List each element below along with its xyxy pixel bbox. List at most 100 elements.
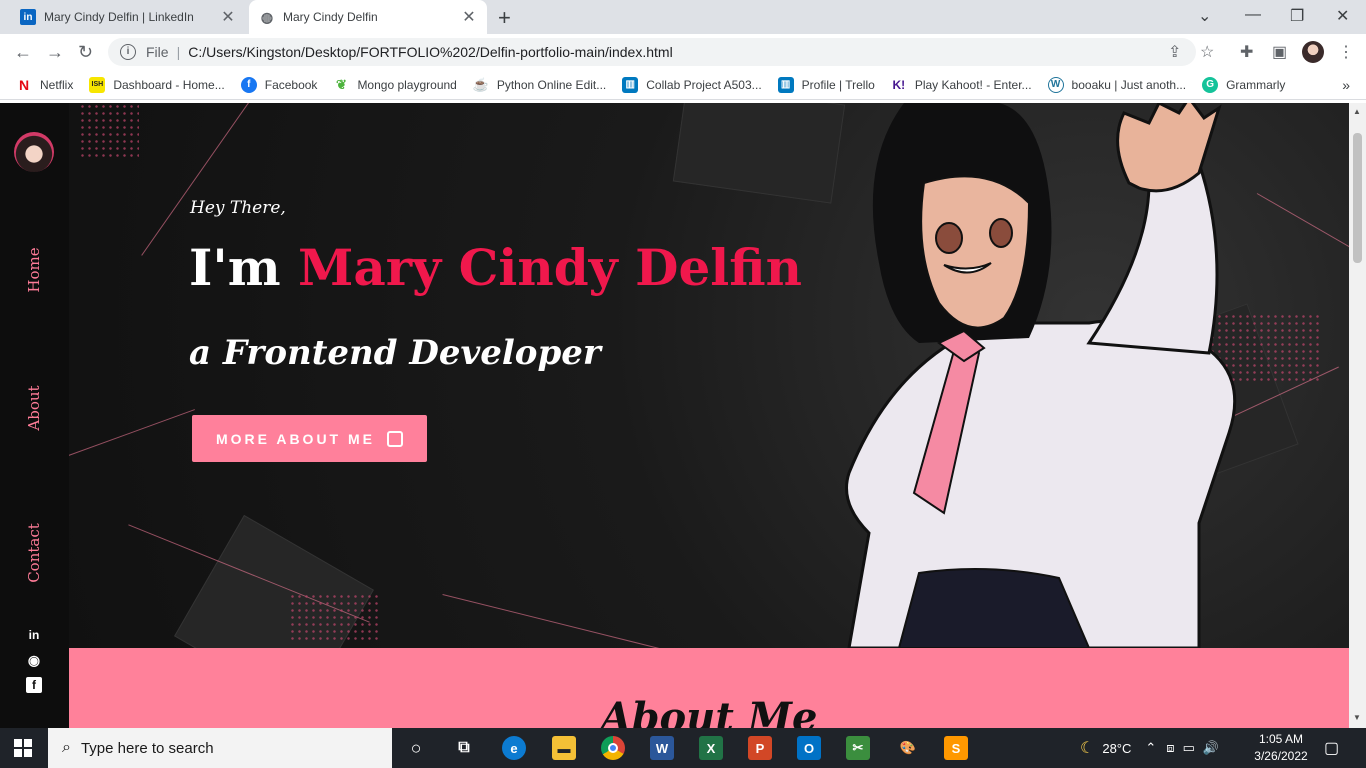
nav-about[interactable]: About bbox=[25, 368, 43, 448]
bookmark-python[interactable]: ☕ Python Online Edit... bbox=[472, 76, 607, 93]
side-panel-icon[interactable]: ▣ bbox=[1272, 42, 1287, 62]
paint-icon[interactable]: 🎨 bbox=[896, 736, 920, 760]
word-icon[interactable]: W bbox=[650, 736, 674, 760]
nav-home[interactable]: Home bbox=[25, 230, 43, 310]
bookmark-collab[interactable]: ▥ Collab Project A503... bbox=[622, 76, 762, 93]
info-icon[interactable]: i bbox=[120, 44, 136, 60]
bookmark-netflix[interactable]: N Netflix bbox=[16, 77, 73, 93]
sublime-text-icon[interactable]: S bbox=[944, 736, 968, 760]
profile-avatar[interactable] bbox=[1302, 41, 1324, 63]
star-icon[interactable]: ☆ bbox=[1200, 42, 1214, 62]
wordpress-icon: W bbox=[1047, 76, 1064, 93]
share-icon[interactable]: ⇪ bbox=[1168, 42, 1181, 62]
grammarly-icon: G bbox=[1202, 76, 1219, 93]
hero-section: Hey There, I'm Mary Cindy Delfin a Front… bbox=[69, 103, 1349, 648]
github-icon[interactable]: ◉ bbox=[26, 652, 42, 668]
snip-icon[interactable]: ✂ bbox=[846, 736, 870, 760]
python-icon: ☕ bbox=[472, 76, 489, 92]
powerpoint-icon[interactable]: P bbox=[748, 736, 772, 760]
cta-label: MORE ABOUT ME bbox=[215, 430, 376, 447]
netflix-icon: N bbox=[18, 76, 30, 93]
dashboard-icon: ISH bbox=[89, 76, 106, 93]
tab-title: Mary Cindy Delfin | LinkedIn bbox=[44, 10, 194, 24]
more-about-me-button[interactable]: MORE ABOUT ME bbox=[192, 415, 427, 462]
file-scheme-label: File bbox=[146, 44, 169, 60]
forward-icon[interactable]: → bbox=[46, 42, 64, 63]
cortana-icon[interactable]: ○ bbox=[404, 736, 428, 760]
profile-card-icon bbox=[387, 430, 404, 447]
url-text[interactable]: C:/Users/Kingston/Desktop/FORTFOLIO%202/… bbox=[188, 44, 672, 60]
browser-toolbar: ← → ↻ i File | C:/Users/Kingston/Desktop… bbox=[0, 34, 1366, 70]
bookmark-trello[interactable]: ▥ Profile | Trello bbox=[777, 76, 875, 93]
kahoot-icon: K! bbox=[892, 77, 906, 92]
avatar[interactable] bbox=[14, 132, 54, 172]
show-hidden-icons-icon[interactable]: ⌃ bbox=[1145, 740, 1156, 756]
about-title: About Me bbox=[600, 694, 818, 728]
scroll-up-icon[interactable]: ▲ bbox=[1353, 107, 1361, 116]
trello-icon: ▥ bbox=[777, 76, 794, 93]
hero-headline: I'm Mary Cindy Delfin bbox=[189, 238, 802, 297]
address-bar[interactable]: i File | C:/Users/Kingston/Desktop/FORTF… bbox=[108, 38, 1196, 66]
nav-contact[interactable]: Contact bbox=[25, 513, 43, 593]
tab-search-icon[interactable]: ⌄ bbox=[1198, 6, 1211, 26]
bookmark-label: Facebook bbox=[264, 77, 318, 92]
bookmark-kahoot[interactable]: K! Play Kahoot! - Enter... bbox=[891, 77, 1032, 93]
outlook-icon[interactable]: O bbox=[797, 736, 821, 760]
close-window-button[interactable]: ✕ bbox=[1336, 6, 1349, 26]
taskbar-search-box[interactable]: ⌕ Type here to search bbox=[48, 728, 392, 768]
bookmark-label: Collab Project A503... bbox=[646, 77, 762, 92]
volume-icon[interactable]: 🔊 bbox=[1203, 740, 1219, 756]
notifications-icon[interactable]: ▢ bbox=[1324, 728, 1339, 768]
menu-icon[interactable]: ⋮ bbox=[1338, 42, 1354, 62]
bg-stripe bbox=[141, 103, 257, 256]
search-icon: ⌕ bbox=[62, 739, 71, 756]
bookmark-dashboard[interactable]: ISH Dashboard - Home... bbox=[89, 76, 225, 93]
clock-date: 3/26/2022 bbox=[1254, 749, 1308, 763]
task-view-icon[interactable]: ⧉ bbox=[452, 736, 476, 760]
weather-moon-icon[interactable]: ☾ bbox=[1080, 738, 1094, 758]
linkedin-icon: in bbox=[20, 9, 36, 25]
hero-name: Mary Cindy Delfin bbox=[298, 238, 802, 297]
tab-title: Mary Cindy Delfin bbox=[283, 10, 378, 24]
mongo-icon: ❦ bbox=[335, 76, 347, 92]
linkedin-icon[interactable]: in bbox=[26, 627, 42, 643]
chrome-icon[interactable] bbox=[601, 736, 625, 760]
new-tab-button[interactable]: + bbox=[498, 5, 511, 31]
bg-dots bbox=[289, 593, 379, 643]
file-explorer-icon[interactable]: ▬ bbox=[552, 736, 576, 760]
bookmark-booaku[interactable]: Wbooaku | Just anoth... bbox=[1047, 76, 1186, 93]
extensions-icon[interactable]: ✚ bbox=[1240, 42, 1253, 62]
about-section: About Me bbox=[69, 648, 1349, 728]
tab-linkedin[interactable]: in Mary Cindy Delfin | LinkedIn ✕ bbox=[10, 0, 246, 34]
scroll-down-icon[interactable]: ▼ bbox=[1353, 713, 1361, 722]
close-tab-icon[interactable]: ✕ bbox=[459, 7, 479, 27]
maximize-button[interactable]: ❐ bbox=[1290, 6, 1304, 26]
bookmark-facebook[interactable]: f Facebook bbox=[240, 76, 318, 93]
back-icon[interactable]: ← bbox=[14, 42, 32, 63]
more-bookmarks-icon[interactable]: » bbox=[1342, 77, 1350, 93]
excel-icon[interactable]: X bbox=[699, 736, 723, 760]
close-tab-icon[interactable]: ✕ bbox=[218, 7, 238, 27]
minimize-button[interactable]: — bbox=[1245, 6, 1261, 24]
system-clock[interactable]: 1:05 AM 3/26/2022 bbox=[1252, 731, 1310, 765]
page-scrollbar[interactable]: ▲ ▼ bbox=[1349, 103, 1366, 728]
bg-stripe bbox=[442, 593, 676, 648]
hero-role: a Frontend Developer bbox=[189, 333, 601, 373]
bookmark-grammarly[interactable]: G Grammarly bbox=[1202, 76, 1286, 93]
bookmark-label: Python Online Edit... bbox=[496, 77, 607, 92]
weather-text[interactable]: 28°C bbox=[1102, 741, 1131, 756]
battery-icon[interactable]: ▭ bbox=[1183, 740, 1195, 756]
reload-icon[interactable]: ↻ bbox=[78, 42, 93, 63]
edge-icon[interactable]: e bbox=[502, 736, 526, 760]
bookmark-label: Play Kahoot! - Enter... bbox=[914, 77, 1032, 92]
character-illustration bbox=[845, 103, 1237, 648]
tab-portfolio[interactable]: ◍ Mary Cindy Delfin ✕ bbox=[249, 0, 487, 34]
network-icon[interactable]: ⧈ bbox=[1166, 740, 1174, 756]
sidebar: Home About Contact in ◉ f bbox=[0, 103, 69, 728]
facebook-icon[interactable]: f bbox=[26, 677, 42, 693]
windows-start-icon[interactable] bbox=[14, 739, 32, 757]
bookmark-mongo[interactable]: ❦ Mongo playground bbox=[333, 76, 457, 93]
hero-intro: I'm bbox=[189, 238, 299, 297]
bookmark-label: Grammarly bbox=[1226, 77, 1286, 92]
scrollbar-thumb[interactable] bbox=[1353, 133, 1362, 263]
